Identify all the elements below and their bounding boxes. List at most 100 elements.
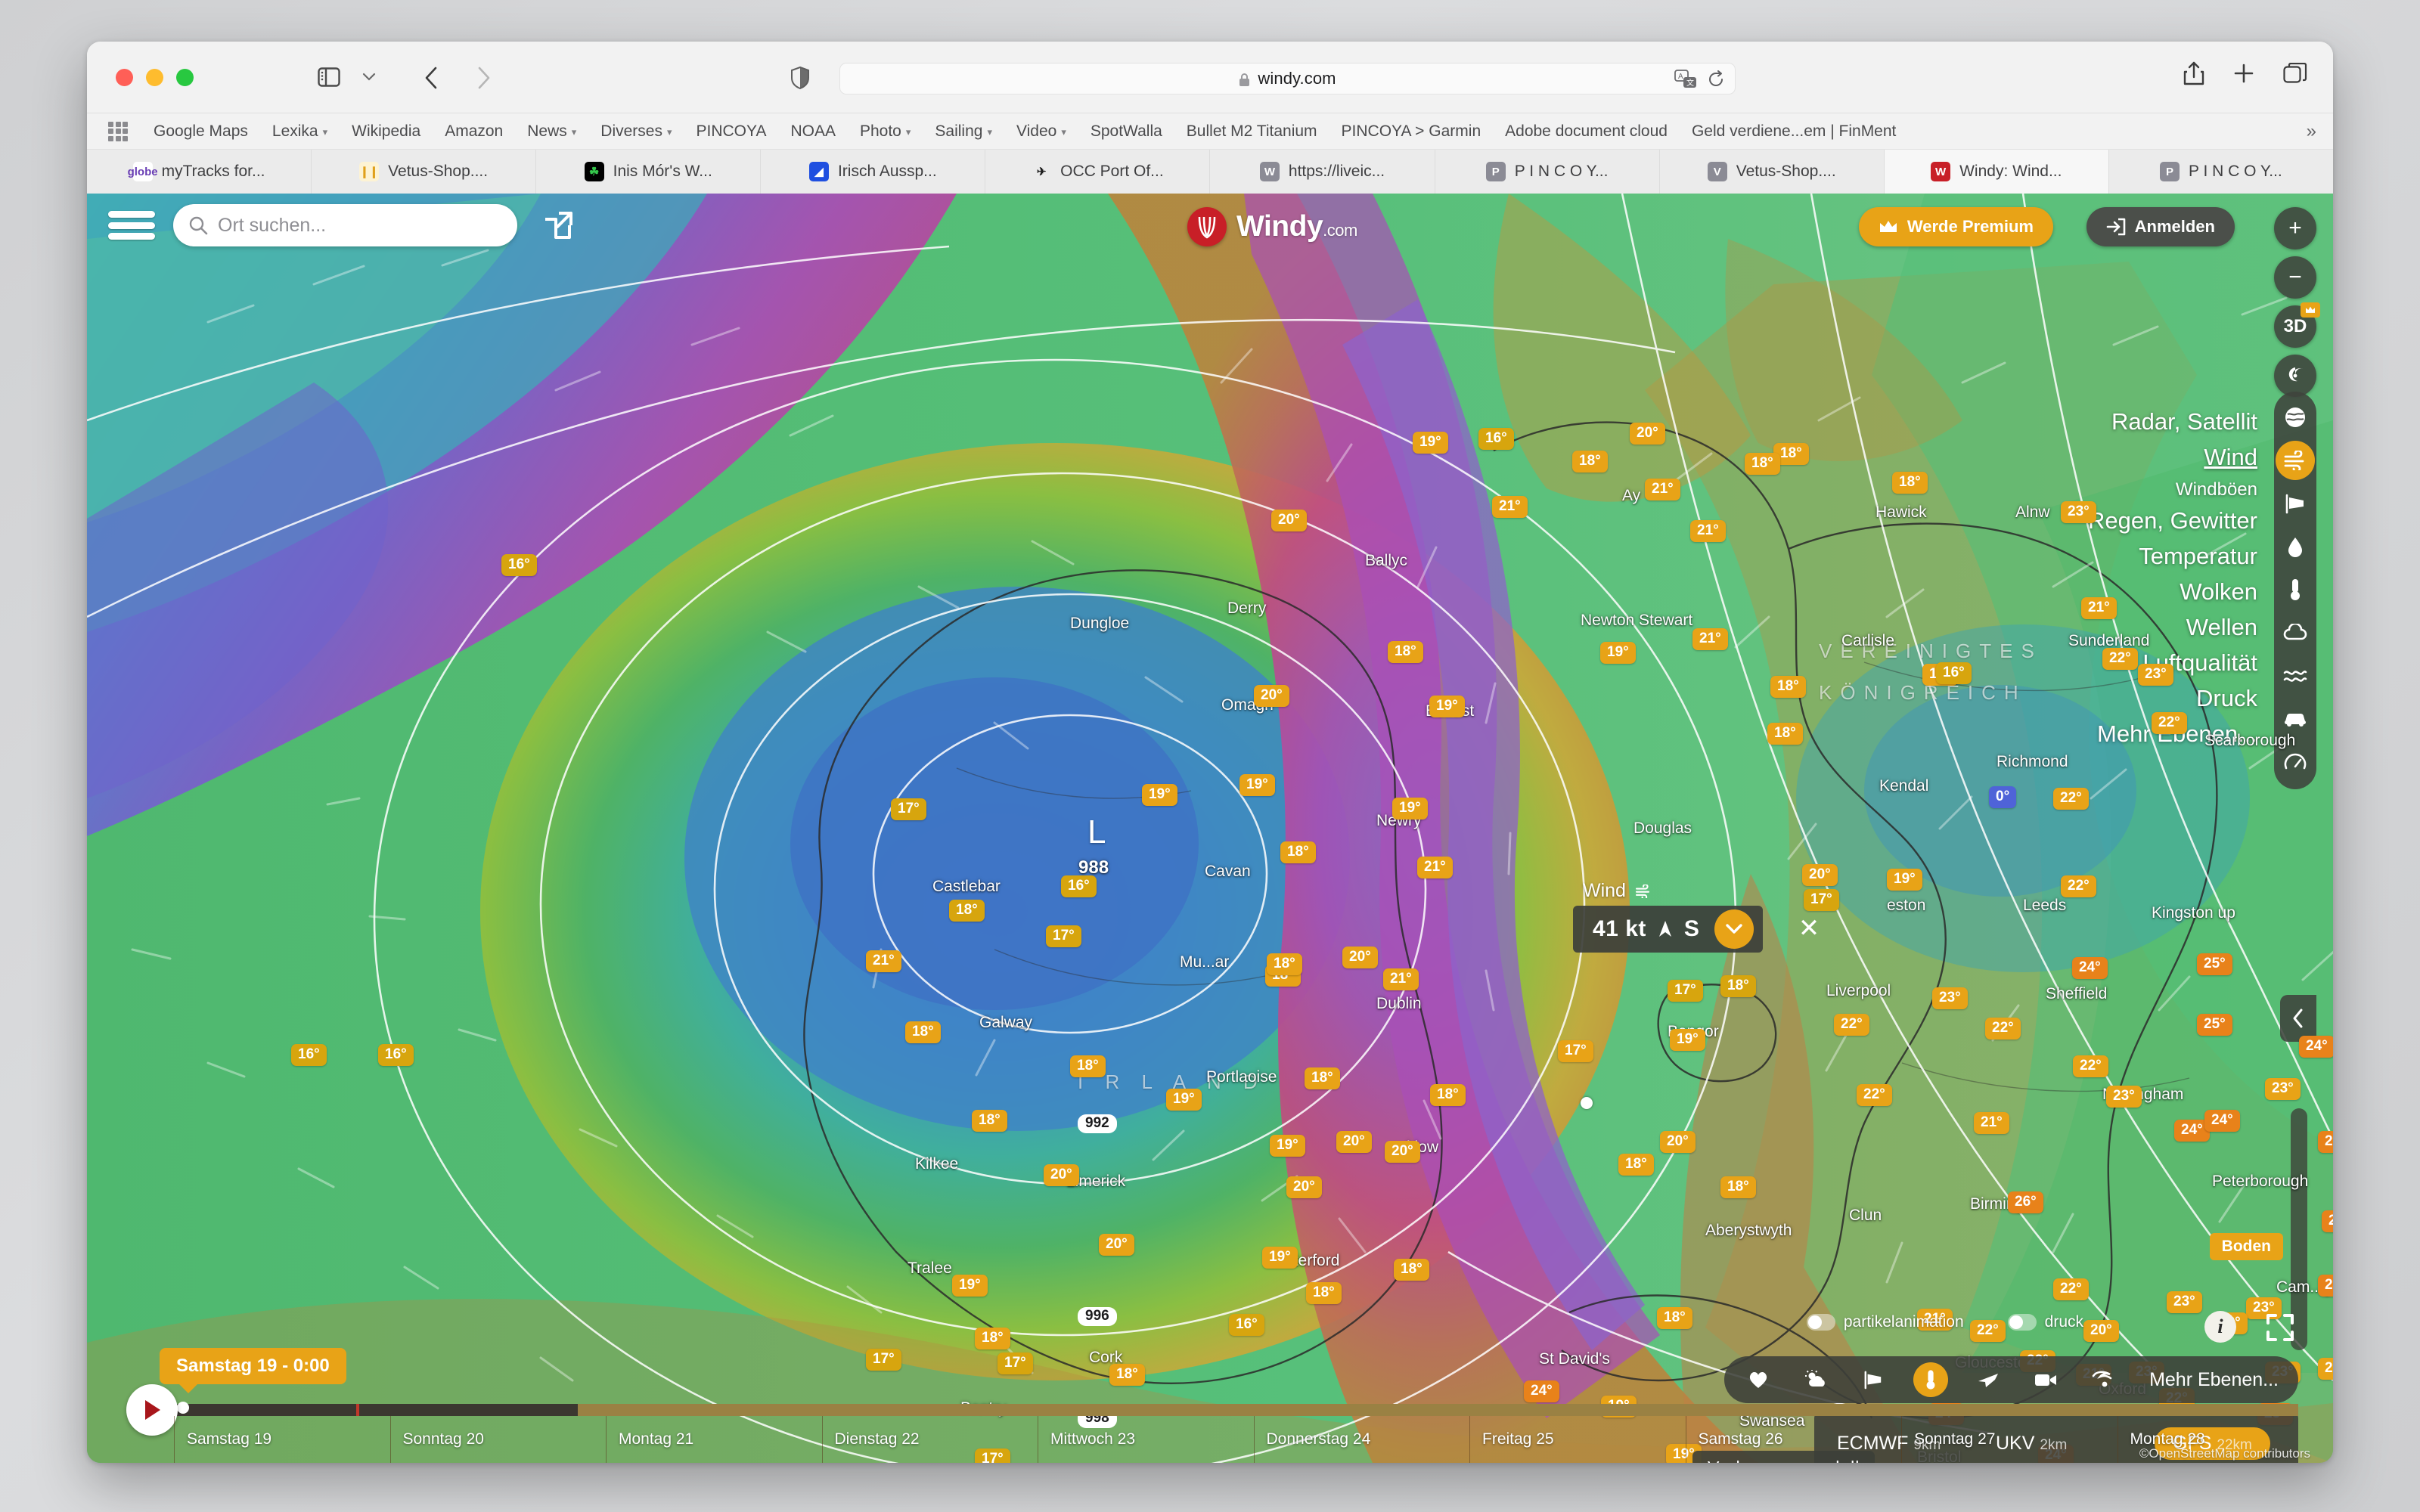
popup-expand-button[interactable] <box>1714 909 1754 949</box>
bottom-layer-strip[interactable]: Mehr Ebenen... <box>1724 1356 2298 1403</box>
timeline-day[interactable]: Mittwoch 23 <box>1038 1416 1254 1463</box>
back-button[interactable] <box>420 63 442 93</box>
layer-menu-item[interactable]: Windböen <box>2088 478 2257 502</box>
waves-icon[interactable] <box>2276 656 2315 696</box>
privacy-shield-icon[interactable] <box>790 66 811 90</box>
search-input[interactable]: Ort suchen... <box>173 204 517 246</box>
bookmark-item[interactable]: Wikipedia <box>340 122 433 141</box>
layer-icon-column[interactable] <box>2274 392 2316 789</box>
bookmark-item[interactable]: News ▾ <box>515 122 588 141</box>
reload-icon[interactable] <box>1708 70 1724 92</box>
temperature-thermometer-icon[interactable] <box>1913 1362 1949 1397</box>
map-controls-column[interactable]: + − 3D <box>2274 207 2320 397</box>
tab[interactable]: ◢ Irisch Aussp... <box>761 150 986 194</box>
bookmark-item[interactable]: Bullet M2 Titanium <box>1174 122 1329 141</box>
timeline-day[interactable]: Samstag 26 <box>1685 1416 1902 1463</box>
map-toggle[interactable]: partikelanimation <box>1806 1313 1964 1331</box>
map-toggles[interactable]: partikelanimation druck <box>1806 1313 2083 1331</box>
bookmarks-overflow-button[interactable]: » <box>2297 120 2325 142</box>
address-bar-actions[interactable]: A文 <box>1674 70 1724 93</box>
share-icon[interactable] <box>2183 61 2204 89</box>
fullscreen-button[interactable] <box>2263 1311 2297 1344</box>
layer-menu-item[interactable]: Wind <box>2088 442 2257 473</box>
layer-menu-item[interactable]: Radar, Satellit <box>2088 407 2257 438</box>
close-window-button[interactable] <box>116 69 133 86</box>
popup-close-button[interactable]: ✕ <box>1792 912 1826 945</box>
satellite-globe-icon[interactable] <box>2276 398 2315 437</box>
toggle-switch[interactable] <box>1806 1314 1835 1331</box>
bookmark-item[interactable]: PINCOYA <box>684 122 779 141</box>
timeline-day[interactable]: Sonntag 27 <box>1901 1416 2118 1463</box>
tab[interactable]: P P I N C O Y... <box>1435 150 1660 194</box>
share-map-icon[interactable] <box>541 209 574 242</box>
wind-value-popup[interactable]: 41 kt S <box>1573 906 1764 953</box>
timeline-day[interactable]: Montag 28 <box>2117 1416 2334 1463</box>
favorites-heart-icon[interactable] <box>1741 1362 1776 1397</box>
wind-gusts-windsock-icon[interactable] <box>2276 484 2315 523</box>
sidebar-toggle-icon[interactable] <box>314 63 344 91</box>
air-quality-car-icon[interactable] <box>2276 699 2315 739</box>
pressure-gauge-icon[interactable] <box>2276 742 2315 782</box>
bookmark-item[interactable]: PINCOYA > Garmin <box>1329 122 1494 141</box>
toolbar-right-actions[interactable] <box>2183 61 2307 89</box>
bookmark-item[interactable]: Video ▾ <box>1004 122 1078 141</box>
3d-mode-button[interactable]: 3D <box>2274 302 2320 348</box>
bookmark-item[interactable]: Geld verdiene...em | FinMent <box>1680 122 1908 141</box>
layer-menu-item[interactable]: Regen, Gewitter <box>2088 506 2257 537</box>
wind-gusts-windsock-icon[interactable] <box>1856 1362 1891 1397</box>
timeline-track[interactable] <box>174 1404 2298 1416</box>
paraglider-icon[interactable] <box>2086 1362 2121 1397</box>
go-premium-button[interactable]: Werde Premium <box>1858 207 2053 246</box>
tab[interactable]: ☘ Inis Mór's W... <box>536 150 762 194</box>
timeline-day[interactable]: Donnerstag 24 <box>1253 1416 1470 1463</box>
timeline-day[interactable]: Freitag 25 <box>1469 1416 1686 1463</box>
bookmark-item[interactable]: NOAA <box>778 122 848 141</box>
tab[interactable]: V Vetus-Shop.... <box>1660 150 1885 194</box>
clouds-icon[interactable] <box>2276 613 2315 652</box>
login-button[interactable]: Anmelden <box>2086 207 2235 246</box>
zoom-out-button[interactable]: − <box>2274 256 2316 299</box>
window-controls[interactable] <box>116 69 194 86</box>
translate-icon[interactable]: A文 <box>1674 70 1697 93</box>
weather-sun-cloud-icon[interactable] <box>1798 1362 1833 1397</box>
bookmark-item[interactable]: SpotWalla <box>1078 122 1174 141</box>
play-button[interactable] <box>126 1384 178 1436</box>
tab-overview-icon[interactable] <box>2283 62 2307 88</box>
windy-logo[interactable]: Windy.com <box>1187 207 1357 246</box>
tab[interactable]: ✈ OCC Port Of... <box>985 150 1211 194</box>
timeline-day[interactable]: Dienstag 22 <box>821 1416 1038 1463</box>
layer-menu-item[interactable]: Druck <box>2088 683 2257 714</box>
chevron-down-icon[interactable] <box>359 63 379 91</box>
bookmark-item[interactable]: Lexika ▾ <box>260 122 340 141</box>
tab[interactable]: ❙❙ Vetus-Shop.... <box>312 150 537 194</box>
minimize-window-button[interactable] <box>146 69 163 86</box>
bookmark-item[interactable]: Amazon <box>433 122 515 141</box>
timeline-day[interactable]: Montag 21 <box>606 1416 822 1463</box>
forecast-timeline[interactable]: Samstag 19 - 0:00 Samstag 19 Sonntag 20 Mo… <box>87 1348 2333 1463</box>
zoom-in-button[interactable]: + <box>2274 207 2316 249</box>
more-layers-label[interactable]: Mehr Ebenen... <box>2149 1369 2279 1391</box>
webcam-icon[interactable] <box>2028 1362 2063 1397</box>
forward-button[interactable] <box>473 63 495 93</box>
temperature-thermometer-icon[interactable] <box>2276 570 2315 609</box>
info-button[interactable]: i <box>2204 1311 2236 1343</box>
map-toggle[interactable]: druck <box>2007 1313 2083 1331</box>
favorites-grid-icon[interactable] <box>108 121 128 141</box>
new-tab-icon[interactable] <box>2233 63 2254 88</box>
timeline-days[interactable]: Samstag 19 Sonntag 20 Montag 21 Dienstag 22… <box>174 1416 2333 1463</box>
wind-layer-icon[interactable] <box>2276 441 2315 480</box>
collapse-layers-button[interactable] <box>2280 995 2316 1042</box>
timeline-day[interactable]: Samstag 19 <box>174 1416 390 1463</box>
layer-menu-item[interactable]: Temperatur <box>2088 541 2257 572</box>
bookmark-item[interactable]: Sailing ▾ <box>923 122 1004 141</box>
bookmarks-bar[interactable]: Google Maps Lexika ▾ Wikipedia Amazon News ▾ Di… <box>87 113 2333 150</box>
tab[interactable]: globe myTracks for... <box>87 150 312 194</box>
address-bar[interactable]: windy.com A文 <box>839 63 1736 94</box>
hurricane-tracker-button[interactable] <box>2274 355 2316 397</box>
rain-thunder-icon[interactable] <box>2276 527 2315 566</box>
tab-bar[interactable]: globe myTracks for... ❙❙ Vetus-Shop.... ☘ Ini… <box>87 150 2333 194</box>
bookmark-item[interactable]: Photo ▾ <box>848 122 923 141</box>
windy-menu-button[interactable] <box>108 207 155 243</box>
tab[interactable]: P P I N C O Y... <box>2109 150 2333 194</box>
tab[interactable]: Whttps://liveic... <box>1210 150 1435 194</box>
